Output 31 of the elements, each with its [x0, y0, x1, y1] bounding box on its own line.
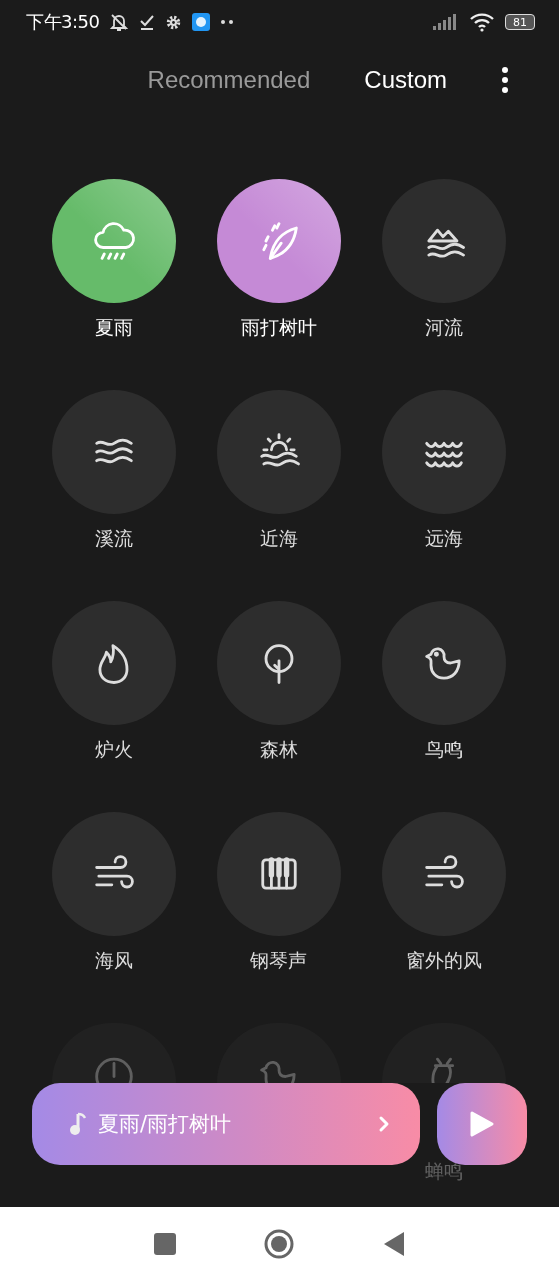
download-done-icon [139, 13, 156, 31]
wifi-icon [469, 12, 495, 32]
recents-button[interactable] [153, 1232, 176, 1255]
app-notification-icon [192, 13, 211, 31]
clock-time: 下午3:50 [26, 10, 100, 34]
bell-off-icon [109, 12, 130, 32]
sound-label: 钢琴声 [250, 948, 307, 973]
play-icon [469, 1110, 495, 1138]
tab[interactable]: Recommended [147, 66, 311, 94]
tab[interactable]: Custom [364, 66, 447, 94]
sound-label: 雨打树叶 [240, 315, 317, 340]
back-button[interactable] [383, 1230, 406, 1257]
sound-label: 鸟鸣 [424, 737, 463, 762]
battery-icon: 81 [505, 14, 535, 30]
home-button[interactable] [263, 1227, 296, 1260]
more-menu-icon[interactable] [501, 67, 509, 93]
sound-label: 河流 [424, 315, 463, 340]
sound-label: 夏雨 [94, 315, 133, 340]
sound-label: 窗外的风 [405, 948, 482, 973]
music-note-icon [70, 1112, 86, 1136]
sound-label: 远海 [424, 526, 463, 551]
sound-label: 海风 [94, 948, 133, 973]
sound-label: 森林 [259, 737, 298, 762]
sound-label: 近海 [259, 526, 298, 551]
signal-icon [433, 14, 459, 30]
sound-label: 蝉鸣 [424, 1159, 463, 1184]
chevron-right-icon [378, 1115, 390, 1133]
sound-label: 炉火 [94, 737, 133, 762]
sound-label: 溪流 [94, 526, 133, 551]
more-notifications-icon [220, 19, 235, 25]
gear-icon [165, 13, 183, 31]
